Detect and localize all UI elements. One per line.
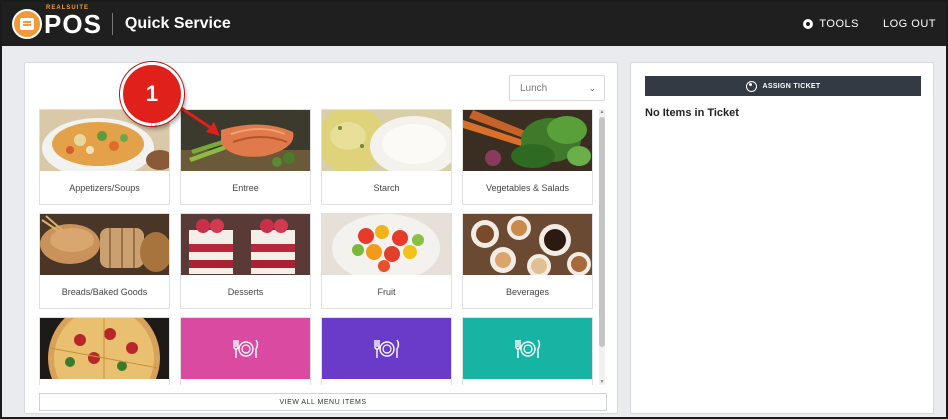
category-tile-fruit[interactable]: Fruit [321, 213, 452, 309]
salmon-image [181, 110, 310, 171]
gear-icon [803, 19, 814, 29]
category-tile-purple[interactable] [321, 317, 452, 385]
tools-label: TOOLS [819, 18, 859, 30]
meal-period-value: Lunch [520, 82, 548, 94]
category-color-block [322, 318, 451, 379]
category-tile-entree[interactable]: Entree [180, 109, 311, 205]
category-tile-desserts[interactable]: Desserts [180, 213, 311, 309]
assign-ticket-label: ASSIGN TICKET [762, 82, 821, 90]
meal-period-select[interactable]: Lunch ⌄ [509, 75, 605, 101]
menu-panel: Lunch ⌄ Appetizers/Soups Entree Starch V… [24, 62, 618, 414]
category-label [181, 379, 310, 385]
category-tile-vegetables-salads[interactable]: Vegetables & Salads [462, 109, 593, 205]
category-label: Breads/Baked Goods [61, 286, 148, 297]
category-tile-pizza[interactable] [39, 317, 170, 385]
bread-image [40, 214, 169, 275]
category-tile-pink[interactable] [180, 317, 311, 385]
beverages-image [463, 214, 592, 275]
category-tile-teal[interactable] [462, 317, 593, 385]
category-tile-starch[interactable]: Starch [321, 109, 452, 205]
app-window: REALSUITE POS Quick Service TOOLS LOG OU… [0, 0, 948, 419]
category-color-block [463, 318, 592, 379]
category-label: Vegetables & Salads [485, 182, 570, 193]
user-circle-icon [745, 80, 757, 92]
category-label: Entree [232, 182, 259, 193]
app-logo[interactable]: REALSUITE POS [12, 2, 102, 46]
step-number-badge: 1 [120, 62, 184, 126]
category-grid: Appetizers/Soups Entree Starch Vegetable… [39, 109, 595, 385]
scroll-thumb[interactable] [599, 117, 605, 347]
category-label: Beverages [505, 286, 550, 297]
ticket-empty-message: No Items in Ticket [645, 107, 739, 119]
dessert-image [181, 214, 310, 275]
view-all-menu-items-button[interactable]: VIEW ALL MENU ITEMS [39, 393, 607, 411]
logo-wordmark: POS [44, 8, 102, 39]
plate-cutlery-icon [232, 339, 258, 358]
category-label: Appetizers/Soups [69, 182, 140, 193]
assign-ticket-button[interactable]: ASSIGN TICKET [645, 76, 921, 96]
category-label [322, 379, 451, 385]
tools-menu-button[interactable]: TOOLS [803, 18, 859, 30]
logo-register-icon [12, 9, 42, 39]
category-label: Fruit [377, 286, 396, 297]
logo-subtitle: REALSUITE [46, 4, 90, 11]
logout-button[interactable]: LOG OUT [883, 18, 936, 30]
plate-cutlery-icon [373, 339, 399, 358]
top-navbar: REALSUITE POS Quick Service TOOLS LOG OU… [2, 2, 946, 46]
header-divider [111, 13, 113, 35]
category-color-block [181, 318, 310, 379]
category-grid-viewport: Appetizers/Soups Entree Starch Vegetable… [39, 109, 595, 385]
potato-rice-image [322, 110, 451, 171]
category-label [40, 379, 169, 385]
category-tile-breads-baked-goods[interactable]: Breads/Baked Goods [39, 213, 170, 309]
plate-cutlery-icon [514, 339, 540, 358]
page-title: Quick Service [124, 15, 231, 32]
hand-cursor-icon: ☞ [150, 118, 161, 132]
category-tile-beverages[interactable]: Beverages [462, 213, 593, 309]
scroll-up-arrow-icon[interactable]: ▲ [599, 109, 605, 115]
ticket-panel: ASSIGN TICKET No Items in Ticket [630, 62, 934, 414]
scroll-down-arrow-icon[interactable]: ▼ [599, 379, 605, 385]
fruit-image [322, 214, 451, 275]
chevron-down-icon: ⌄ [588, 82, 596, 93]
category-label: Starch [373, 182, 400, 193]
category-label [463, 379, 592, 385]
category-scrollbar[interactable]: ▲ ▼ [599, 109, 605, 385]
category-label: Desserts [227, 286, 264, 297]
pizza-image [40, 318, 169, 379]
vegetables-image [463, 110, 592, 171]
